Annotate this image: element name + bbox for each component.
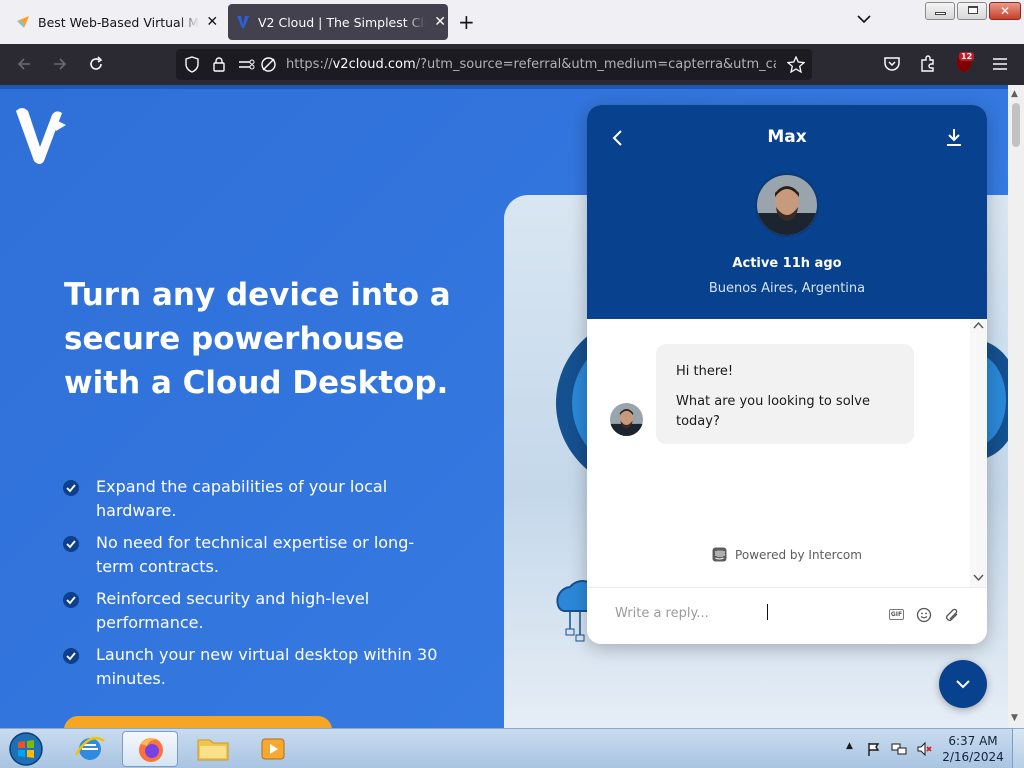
emoji-icon[interactable] <box>916 607 932 623</box>
text-cursor <box>767 604 769 622</box>
back-icon[interactable] <box>14 54 34 74</box>
close-window-button[interactable]: ✕ <box>989 2 1021 20</box>
agent-name: Max <box>767 127 807 147</box>
shield-icon[interactable] <box>184 56 200 73</box>
system-clock[interactable]: 6:37 AM 2/16/2024 <box>938 733 1008 765</box>
reply-composer: GIF <box>587 587 987 644</box>
attachment-icon[interactable] <box>944 607 960 623</box>
volume-muted-icon[interactable] <box>916 741 932 757</box>
feature-text: Reinforced security and high-level perfo… <box>96 589 370 632</box>
agent-avatar-small <box>610 403 643 436</box>
feature-text: Expand the capabilities of your local ha… <box>96 477 388 520</box>
forward-icon[interactable] <box>50 54 70 74</box>
action-center-flag-icon[interactable] <box>866 741 882 757</box>
tab-best-web-based[interactable]: Best Web-Based Virtual Machin ✕ <box>6 4 220 40</box>
clock-date: 2/16/2024 <box>942 750 1004 764</box>
navigation-toolbar: https://v2cloud.com/?utm_source=referral… <box>0 44 1024 85</box>
check-circle-icon <box>63 592 79 608</box>
taskbar-firefox[interactable] <box>122 731 178 767</box>
close-tab-icon[interactable]: ✕ <box>432 14 448 30</box>
new-tab-button[interactable]: + <box>458 10 475 34</box>
tab-v2cloud[interactable]: V2 Cloud | The Simplest Cloud D ✕ <box>228 4 448 40</box>
chat-launcher-button[interactable] <box>939 660 987 708</box>
taskbar-internet-explorer[interactable] <box>62 731 118 767</box>
show-hidden-icons-button[interactable]: ▲ <box>846 741 862 757</box>
gif-icon[interactable]: GIF <box>889 609 904 620</box>
url-text: https://v2cloud.com/?utm_source=referral… <box>286 57 776 72</box>
chevron-down-icon[interactable] <box>855 10 873 28</box>
chat-header: Max Active 11h ago Buenos Aires, Argenti… <box>587 105 987 319</box>
tab-title: V2 Cloud | The Simplest Cloud D <box>258 14 426 30</box>
minimize-button[interactable] <box>925 2 955 20</box>
feature-item: No need for technical expertise or long-… <box>62 531 442 579</box>
extensions-icon[interactable] <box>918 54 938 74</box>
intercom-icon <box>712 547 727 562</box>
internet-explorer-icon <box>74 736 105 760</box>
permissions-icon[interactable] <box>238 57 256 72</box>
tab-strip: Best Web-Based Virtual Machin ✕ V2 Cloud… <box>0 0 1024 44</box>
close-tab-icon[interactable]: ✕ <box>205 14 220 30</box>
cta-button[interactable] <box>64 716 332 728</box>
start-button[interactable] <box>6 731 46 767</box>
extension-badge: 12 <box>959 52 975 61</box>
show-desktop-button[interactable] <box>1012 729 1024 768</box>
v2cloud-favicon-icon <box>237 16 249 28</box>
agent-status: Active 11h ago <box>732 256 842 271</box>
scroll-down-icon[interactable]: ▼ <box>1011 713 1018 723</box>
v2cloud-logo[interactable] <box>14 105 68 165</box>
chat-conversation: Hi there! What are you looking to solve … <box>587 319 987 587</box>
header-strip <box>0 85 1008 89</box>
page-scrollbar[interactable]: ▲ ▼ <box>1008 85 1024 728</box>
taskbar-media-player[interactable] <box>246 731 302 767</box>
firefox-icon <box>139 738 163 762</box>
chevron-down-icon <box>956 680 970 689</box>
hero-title: Turn any device into a secure powerhouse… <box>64 277 451 401</box>
feature-text: Launch your new virtual desktop within 3… <box>96 645 438 688</box>
tracking-protection-icon[interactable] <box>260 56 277 73</box>
menu-icon[interactable] <box>990 54 1010 74</box>
powered-by-text: Powered by Intercom <box>735 547 862 562</box>
media-player-icon <box>261 738 285 760</box>
bookmark-star-icon[interactable] <box>787 56 805 73</box>
chat-scrollbar[interactable] <box>970 319 987 587</box>
check-circle-icon <box>63 536 79 552</box>
agent-avatar <box>755 173 819 237</box>
lock-icon[interactable] <box>212 56 226 73</box>
taskbar: ▲ 6:37 AM 2/16/2024 <box>0 728 1024 768</box>
feature-text: No need for technical expertise or long-… <box>96 533 415 576</box>
clock-time: 6:37 AM <box>948 734 998 748</box>
feature-item: Reinforced security and high-level perfo… <box>62 587 442 635</box>
address-bar[interactable]: https://v2cloud.com/?utm_source=referral… <box>176 49 812 80</box>
taskbar-file-explorer[interactable] <box>186 731 242 767</box>
powered-by[interactable]: Powered by Intercom <box>587 547 987 562</box>
chat-widget: Max Active 11h ago Buenos Aires, Argenti… <box>587 105 987 644</box>
scroll-thumb[interactable] <box>1012 103 1020 147</box>
tab-title: Best Web-Based Virtual Machin <box>38 14 199 30</box>
reply-input[interactable] <box>615 606 875 621</box>
folder-icon <box>197 739 229 761</box>
feature-list: Expand the capabilities of your local ha… <box>62 475 442 699</box>
agent-location: Buenos Aires, Argentina <box>708 281 866 296</box>
message-text: Hi there! <box>676 364 734 379</box>
pocket-icon[interactable] <box>882 54 902 74</box>
feature-item: Launch your new virtual desktop within 3… <box>62 643 442 691</box>
network-icon[interactable] <box>891 741 907 757</box>
feature-item: Expand the capabilities of your local ha… <box>62 475 442 523</box>
check-circle-icon <box>63 480 79 496</box>
capterra-favicon-icon <box>17 16 29 28</box>
chevron-up-icon[interactable] <box>973 321 984 329</box>
download-icon[interactable] <box>945 127 963 147</box>
message-text: What are you looking to solve today? <box>676 394 870 429</box>
reload-icon[interactable] <box>86 54 106 74</box>
message-bubble: Hi there! What are you looking to solve … <box>656 344 914 444</box>
chevron-down-icon[interactable] <box>973 574 984 582</box>
check-circle-icon <box>63 648 79 664</box>
scroll-up-icon[interactable]: ▲ <box>1011 89 1018 99</box>
restore-button[interactable] <box>957 2 987 20</box>
